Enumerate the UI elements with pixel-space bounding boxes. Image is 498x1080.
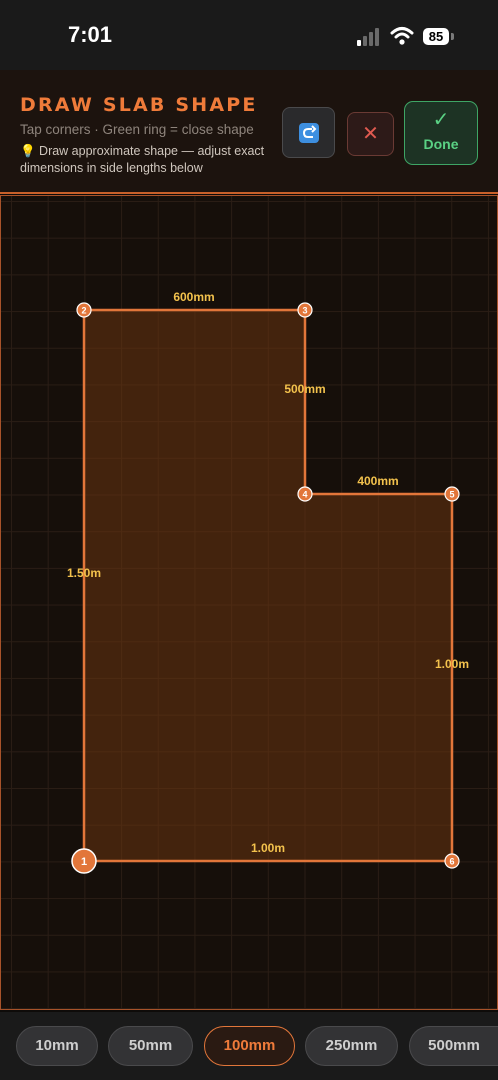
page-title: DRAW SLAB SHAPE <box>20 94 258 116</box>
check-icon: ✓ <box>432 109 450 131</box>
dimension-label-side-5: 1.00m <box>435 657 469 671</box>
slab-shape-fill <box>82 308 454 863</box>
done-label: Done <box>423 136 459 152</box>
undo-icon <box>299 123 319 143</box>
corner-label-3: 3 <box>302 306 307 316</box>
corner-label-5: 5 <box>449 490 454 500</box>
header-panel: DRAW SLAB SHAPE Tap corners · Green ring… <box>0 70 498 194</box>
grid-size-500mm-button[interactable]: 500mm <box>409 1026 498 1066</box>
done-button[interactable]: ✓ Done <box>404 101 478 165</box>
corner-label-2: 2 <box>81 306 86 316</box>
corner-handle-4[interactable]: 4 <box>297 486 313 502</box>
grid-size-50mm-button[interactable]: 50mm <box>108 1026 193 1066</box>
corner-handle-6[interactable]: 6 <box>444 853 460 869</box>
dimension-label-side-6: 1.00m <box>251 841 285 855</box>
grid-size-250mm-button[interactable]: 250mm <box>305 1026 398 1066</box>
corner-handle-2[interactable]: 2 <box>76 302 92 318</box>
grid-size-10mm-button[interactable]: 10mm <box>16 1026 98 1066</box>
status-time: 7:01 <box>68 22 113 47</box>
grid-size-toolbar: 10mm 50mm 100mm 250mm 500mm <box>0 1012 498 1080</box>
dimension-label-side-3: 500mm <box>284 382 325 396</box>
corner-label-1: 1 <box>81 856 87 868</box>
corner-handle-1[interactable]: 1 <box>71 848 97 874</box>
wifi-icon <box>390 27 414 45</box>
drawing-canvas[interactable]: 1.50m 600mm 500mm 400mm 1.00m 1.00m 1 2 … <box>0 195 498 1010</box>
battery-tip <box>451 33 454 40</box>
dimension-label-side-2: 600mm <box>173 290 214 304</box>
corner-label-4: 4 <box>302 490 307 500</box>
status-bar: 7:01 85 <box>0 0 498 70</box>
dimension-label-side-4: 400mm <box>357 474 398 488</box>
grid-size-100mm-button[interactable]: 100mm <box>204 1026 295 1066</box>
corner-handle-5[interactable]: 5 <box>444 486 460 502</box>
corner-label-6: 6 <box>449 857 454 867</box>
battery-icon: 85 <box>423 28 449 45</box>
signal-icon <box>357 28 379 46</box>
clear-button[interactable]: ✕ <box>347 112 394 156</box>
dimension-label-side-1: 1.50m <box>67 566 101 580</box>
instructions-text: Tap corners · Green ring = close shape <box>20 122 254 137</box>
hint-text: 💡 Draw approximate shape — adjust exact … <box>20 144 265 175</box>
corner-handle-3[interactable]: 3 <box>297 302 313 318</box>
undo-button[interactable] <box>282 107 335 158</box>
